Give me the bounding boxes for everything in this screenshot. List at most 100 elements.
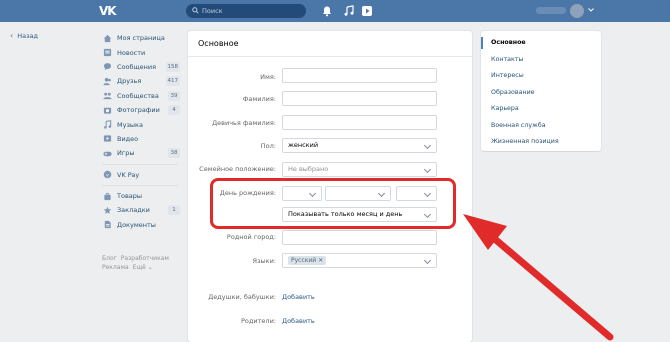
nav-item-label: Новости: [117, 48, 146, 57]
nav-item-label: Фотографии: [117, 106, 160, 115]
nav-item-goods[interactable]: Товары: [102, 189, 180, 203]
languages-label: Языки:: [252, 257, 276, 265]
add-grandparents-link[interactable]: Добавить: [282, 293, 315, 301]
messages-icon: [102, 62, 112, 72]
relationship-select[interactable]: Не выбрано: [282, 162, 437, 177]
svg-text:v: v: [106, 174, 109, 179]
nav-item-documents[interactable]: Документы: [102, 218, 180, 232]
add-parents-link[interactable]: Добавить: [282, 317, 315, 325]
nav-item-label: VK Pay: [117, 170, 140, 179]
friends-count-badge: 417: [165, 76, 180, 87]
menu-item-military[interactable]: Военная служба: [481, 118, 601, 135]
chevron-left-icon: ‹: [10, 31, 14, 40]
left-nav: Моя страница Новости Сообщения 158 Друзь…: [102, 31, 180, 232]
nav-item-label: Моя страница: [117, 34, 165, 43]
hometown-label: Родной город:: [226, 233, 276, 241]
nav-item-games[interactable]: Игры 38: [102, 146, 180, 160]
nav-item-label: Документы: [117, 220, 156, 229]
relationship-label: Семейное положение:: [199, 165, 276, 173]
bookmarks-icon: [102, 205, 112, 215]
maiden-name-field[interactable]: [282, 115, 437, 130]
nav-item-label: Сообщества: [117, 91, 159, 100]
music-icon: [102, 120, 112, 130]
groups-count-badge: 39: [168, 90, 180, 101]
nav-item-video[interactable]: Видео: [102, 132, 180, 146]
nav-item-groups[interactable]: Сообщества 39: [102, 89, 180, 103]
back-label: Назад: [17, 31, 39, 40]
language-chip: Русский ✕: [288, 256, 327, 265]
music-note-icon[interactable]: [343, 5, 355, 17]
highlight-box: [210, 178, 456, 229]
documents-icon: [102, 220, 112, 230]
sex-label: Пол:: [260, 142, 276, 150]
nav-item-friends[interactable]: Друзья 417: [102, 74, 180, 88]
nav-item-label: Видео: [117, 134, 139, 143]
bell-icon[interactable]: [321, 5, 333, 17]
avatar[interactable]: [570, 4, 584, 18]
nav-item-bookmarks[interactable]: Закладки 1: [102, 203, 180, 217]
top-bar: VK Поиск: [0, 0, 670, 22]
nav-item-vk-pay[interactable]: v VK Pay: [102, 168, 180, 182]
photos-count-badge: 4: [168, 104, 180, 115]
vk-logo[interactable]: VK: [99, 4, 123, 18]
news-icon: [102, 48, 112, 58]
unread-count-badge: 158: [165, 61, 180, 72]
user-name-blurred[interactable]: [536, 7, 566, 14]
nav-item-label: Товары: [117, 192, 143, 201]
nav-item-music[interactable]: Музыка: [102, 117, 180, 131]
play-icon[interactable]: [361, 5, 373, 17]
nav-item-messages[interactable]: Сообщения 158: [102, 60, 180, 74]
maiden-name-label: Девичья фамилия:: [212, 119, 276, 127]
last-name-label: Фамилия:: [242, 95, 276, 103]
menu-item-life-position[interactable]: Жизненная позиция: [481, 134, 601, 151]
first-name-field[interactable]: [282, 68, 437, 83]
nav-item-photos[interactable]: Фотографии 4: [102, 103, 180, 117]
settings-section-menu: Основное Контакты Интересы Образование К…: [481, 31, 601, 151]
search-input[interactable]: Поиск: [186, 4, 306, 18]
friends-icon: [102, 76, 112, 86]
page-title: Основное: [198, 39, 239, 48]
close-icon[interactable]: ✕: [318, 257, 323, 264]
nav-item-label: Друзья: [117, 77, 142, 86]
divider: [188, 56, 472, 57]
menu-item-interests[interactable]: Интересы: [481, 68, 601, 85]
divider: [102, 163, 178, 165]
nav-item-label: Музыка: [117, 120, 143, 129]
footer-link-more[interactable]: Ещё ⌄: [133, 264, 153, 271]
languages-select[interactable]: Русский ✕: [282, 253, 437, 268]
search-icon: [192, 7, 199, 14]
menu-item-main[interactable]: Основное: [481, 35, 601, 52]
nav-item-my-page[interactable]: Моя страница: [102, 31, 180, 45]
games-icon: [102, 148, 112, 158]
goods-icon: [102, 191, 112, 201]
groups-icon: [102, 91, 112, 101]
bookmarks-count-badge: 1: [168, 205, 180, 216]
games-count-badge: 38: [168, 148, 180, 159]
menu-item-career[interactable]: Карьера: [481, 101, 601, 118]
nav-item-label: Сообщения: [117, 62, 157, 71]
back-link[interactable]: ‹ Назад: [10, 31, 38, 40]
language-chip-label: Русский: [291, 257, 317, 264]
divider: [102, 184, 178, 186]
photos-icon: [102, 105, 112, 115]
parents-label: Родители:: [241, 317, 276, 325]
nav-item-news[interactable]: Новости: [102, 45, 180, 59]
footer-link-ads[interactable]: Реклама: [102, 264, 129, 271]
vkpay-icon: v: [102, 170, 112, 180]
footer-link-devs[interactable]: Разработчикам: [121, 255, 169, 262]
nav-footer: Блог Разработчикам Реклама Ещё ⌄: [102, 254, 182, 272]
sex-select[interactable]: женский: [282, 138, 437, 153]
first-name-label: Имя:: [260, 73, 276, 81]
video-icon: [102, 134, 112, 144]
nav-item-label: Закладки: [117, 206, 150, 215]
menu-item-education[interactable]: Образование: [481, 85, 601, 102]
last-name-field[interactable]: [282, 91, 437, 106]
footer-link-blog[interactable]: Блог: [102, 255, 117, 262]
nav-item-label: Игры: [117, 149, 135, 158]
home-icon: [102, 33, 112, 43]
menu-item-contacts[interactable]: Контакты: [481, 52, 601, 69]
grandparents-label: Дедушки, бабушки:: [208, 293, 276, 301]
hometown-field[interactable]: [282, 230, 437, 245]
chevron-down-icon[interactable]: [588, 8, 594, 12]
search-placeholder: Поиск: [202, 7, 223, 15]
